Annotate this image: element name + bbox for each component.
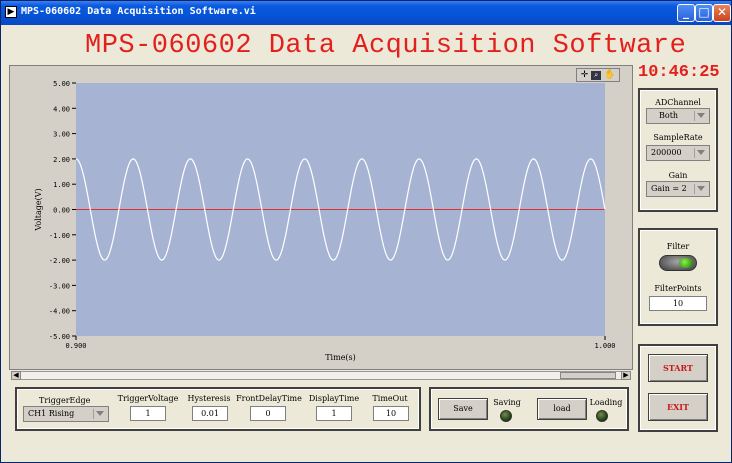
trigger-edge-label: TriggerEdge: [39, 396, 91, 405]
title-bar[interactable]: ▶ MPS-060602 Data Acquisition Software.v…: [1, 1, 731, 25]
y-tick-label: -3.00: [49, 282, 70, 290]
toggle-knob: [679, 258, 693, 268]
saving-label: Saving: [493, 398, 521, 407]
minimize-icon[interactable]: _: [677, 4, 695, 22]
y-tick-label: 2.00: [53, 156, 70, 164]
trigger-voltage-field[interactable]: 1: [130, 406, 166, 421]
filter-toggle-switch[interactable]: [659, 255, 697, 271]
y-tick-label: -1.00: [49, 232, 70, 240]
chevron-down-icon: [694, 148, 706, 158]
x-axis-label: Time(s): [325, 353, 356, 362]
display-time-label: DisplayTime: [308, 394, 360, 403]
chevron-down-icon: [694, 184, 706, 194]
application-window: ▶ MPS-060602 Data Acquisition Software.v…: [0, 0, 732, 463]
front-delay-time-label: FrontDelayTime: [236, 394, 302, 403]
sample-rate-select[interactable]: 200000: [646, 145, 710, 161]
y-axis-label: Voltage(V): [34, 188, 43, 231]
scroll-right-icon[interactable]: ▶: [621, 371, 631, 380]
y-tick-label: -4.00: [49, 308, 70, 316]
chevron-down-icon: [93, 409, 105, 419]
saving-indicator-led: [500, 410, 512, 422]
ad-channel-value: Both: [659, 111, 679, 120]
y-tick-label: 1.00: [53, 181, 70, 189]
hysteresis-field[interactable]: 0.01: [192, 406, 228, 421]
window-title: MPS-060602 Data Acquisition Software.vi: [21, 6, 256, 17]
graph-palette: ✛ ⌕ ✋: [576, 68, 620, 82]
sample-rate-label: SampleRate: [653, 133, 703, 142]
y-tick-label: 4.00: [53, 105, 70, 113]
hysteresis-label: Hysteresis: [187, 394, 231, 403]
trigger-edge-value: CH1 Rising: [28, 409, 75, 418]
pan-hand-icon[interactable]: ✋: [604, 70, 615, 80]
scroll-left-icon[interactable]: ◀: [11, 371, 21, 380]
loading-indicator-led: [596, 410, 608, 422]
ad-channel-select[interactable]: Both: [646, 108, 710, 124]
front-delay-time-field[interactable]: 0: [250, 406, 286, 421]
y-tick-label: 5.00: [53, 80, 70, 88]
ad-channel-label: ADChannel: [655, 98, 701, 107]
chevron-down-icon: [694, 111, 706, 121]
y-tick-label: -2.00: [49, 257, 70, 265]
y-tick-label: -5.00: [49, 333, 70, 341]
sample-rate-value: 200000: [651, 148, 682, 157]
app-icon: ▶: [5, 6, 17, 18]
gain-label: Gain: [668, 171, 688, 180]
clock-display: 10:46:25: [638, 63, 720, 82]
gain-select[interactable]: Gain = 2: [646, 181, 710, 197]
save-button[interactable]: Save: [438, 398, 488, 420]
load-button[interactable]: load: [537, 398, 587, 420]
filter-points-field[interactable]: 10: [649, 296, 707, 311]
x-tick-label: 1.000: [594, 342, 615, 350]
timeout-field[interactable]: 10: [373, 406, 409, 421]
gain-value: Gain = 2: [651, 184, 687, 193]
close-icon[interactable]: ✕: [713, 4, 731, 22]
scroll-thumb[interactable]: [560, 372, 616, 379]
y-tick-label: 3.00: [53, 131, 70, 139]
loading-label: Loading: [589, 398, 623, 407]
exit-button[interactable]: EXIT: [648, 393, 708, 421]
filter-points-label: FilterPoints: [654, 284, 702, 293]
filter-label: Filter: [666, 242, 690, 251]
timeout-label: TimeOut: [372, 394, 408, 403]
cursor-move-icon[interactable]: ✛: [581, 70, 589, 80]
page-title: MPS-060602 Data Acquisition Software: [85, 31, 687, 61]
display-time-field[interactable]: 1: [316, 406, 352, 421]
zoom-icon[interactable]: ⌕: [591, 71, 602, 80]
y-tick-label: 0.00: [53, 207, 70, 215]
start-button[interactable]: START: [648, 354, 708, 382]
trigger-edge-select[interactable]: CH1 Rising: [23, 406, 109, 422]
x-tick-label: 0.900: [65, 342, 86, 350]
graph-horizontal-scrollbar[interactable]: ◀ ▶: [11, 371, 631, 380]
waveform-graph[interactable]: 5.00 4.00 3.00 2.00 1.00 0.00 -1.00 -2.00 -3.00 -…: [9, 65, 633, 370]
maximize-icon[interactable]: □: [695, 4, 713, 22]
trigger-voltage-label: TriggerVoltage: [117, 394, 179, 403]
